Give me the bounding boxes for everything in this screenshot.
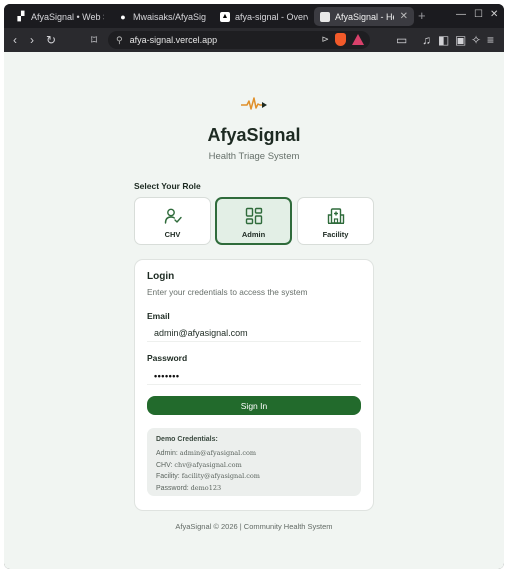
hospital-building-icon xyxy=(327,208,344,224)
tab-afyasignal-web[interactable]: ▞ AfyaSignal • Web S xyxy=(10,7,110,26)
leo-ai-icon[interactable]: ✧ xyxy=(471,33,481,47)
vercel-triangle-icon: ▲ xyxy=(220,11,230,22)
url-text: afya-signal.vercel.app xyxy=(129,35,218,45)
page-footer: AfyaSignal © 2026 | Community Health Sys… xyxy=(175,522,333,531)
wallet-icon[interactable]: ▣ xyxy=(455,33,466,47)
site-settings-icon[interactable]: ⚲ xyxy=(116,35,123,46)
login-subtitle: Enter your credentials to access the sys… xyxy=(147,287,308,297)
back-icon[interactable]: ‹ xyxy=(13,33,17,47)
reader-mode-icon[interactable]: ▭ xyxy=(396,33,407,47)
login-title: Login xyxy=(147,271,175,282)
role-label-admin: Admin xyxy=(241,230,266,239)
brave-shields-icon[interactable] xyxy=(335,33,346,46)
new-tab-button[interactable]: + xyxy=(418,8,426,23)
bookmark-icon[interactable]: ⌑ xyxy=(91,33,97,47)
role-label-chv: CHV xyxy=(164,230,181,239)
github-icon: ● xyxy=(120,11,126,22)
user-check-icon xyxy=(164,208,182,224)
close-tab-icon[interactable]: ✕ xyxy=(394,11,408,22)
role-label-facility: Facility xyxy=(322,230,349,239)
login-card: Login Enter your credentials to access t… xyxy=(134,259,374,511)
share-icon[interactable]: ⊳ xyxy=(321,34,329,45)
sign-in-button[interactable]: Sign In xyxy=(147,396,361,415)
demo-line-password: Password: demo123 xyxy=(156,483,222,492)
sidebar-icon[interactable]: ◧ xyxy=(438,33,449,47)
demo-line-chv: CHV: chv@afyasignal.com xyxy=(156,460,242,469)
tab-vercel-overview[interactable]: ▲ afya-signal - Overview xyxy=(214,7,314,26)
demo-credentials-title: Demo Credentials: xyxy=(156,436,218,443)
tab-afyasignal-health[interactable]: AfyaSignal - Heal ✕ xyxy=(314,7,414,26)
page-content: AfyaSignal Health Triage System Select Y… xyxy=(4,52,504,569)
role-card-admin[interactable]: Admin xyxy=(215,197,292,245)
password-masked-value: ••••••• xyxy=(154,371,180,381)
role-card-facility[interactable]: Facility xyxy=(297,197,374,245)
browser-window: ▞ AfyaSignal • Web S ● Mwaisaks/AfyaSign… xyxy=(4,4,504,569)
demo-line-admin: Admin: admin@afyasignal.com xyxy=(156,449,257,457)
role-card-chv[interactable]: CHV xyxy=(134,197,211,245)
vercel-app-icon: ▞ xyxy=(17,11,25,21)
media-icon[interactable]: ♫ xyxy=(422,33,431,47)
app-title: AfyaSignal xyxy=(207,125,301,145)
close-window-icon[interactable]: ✕ xyxy=(490,9,498,20)
heartbeat-logo-icon xyxy=(241,97,267,110)
email-label: Email xyxy=(147,311,170,321)
email-field[interactable] xyxy=(147,324,361,342)
tab-github-repo[interactable]: ● Mwaisaks/AfyaSignal xyxy=(112,7,212,26)
maximize-icon[interactable]: ☐ xyxy=(474,9,483,20)
demo-line-facility: Facility: facility@afyasignal.com xyxy=(156,472,260,480)
minimize-icon[interactable]: — xyxy=(456,9,466,20)
menu-icon[interactable]: ≡ xyxy=(487,33,494,47)
app-subtitle: Health Triage System xyxy=(208,151,300,162)
reload-icon[interactable]: ↻ xyxy=(46,33,56,47)
password-label: Password xyxy=(147,353,188,363)
page-icon xyxy=(320,11,330,22)
browser-toolbar: ‹ › ↻ ⌑ ⚲ afya-signal.vercel.app ⊳ ▭ ♫ ◧… xyxy=(4,28,504,52)
dashboard-grid-icon xyxy=(245,207,262,225)
brave-rewards-icon[interactable] xyxy=(352,34,364,45)
tab-strip: ▞ AfyaSignal • Web S ● Mwaisaks/AfyaSign… xyxy=(4,4,504,28)
demo-credentials-box: Demo Credentials: Admin: admin@afyasigna… xyxy=(147,428,361,496)
forward-icon[interactable]: › xyxy=(30,33,34,47)
address-bar[interactable]: ⚲ afya-signal.vercel.app ⊳ xyxy=(108,31,370,49)
role-heading: Select Your Role xyxy=(134,181,201,191)
